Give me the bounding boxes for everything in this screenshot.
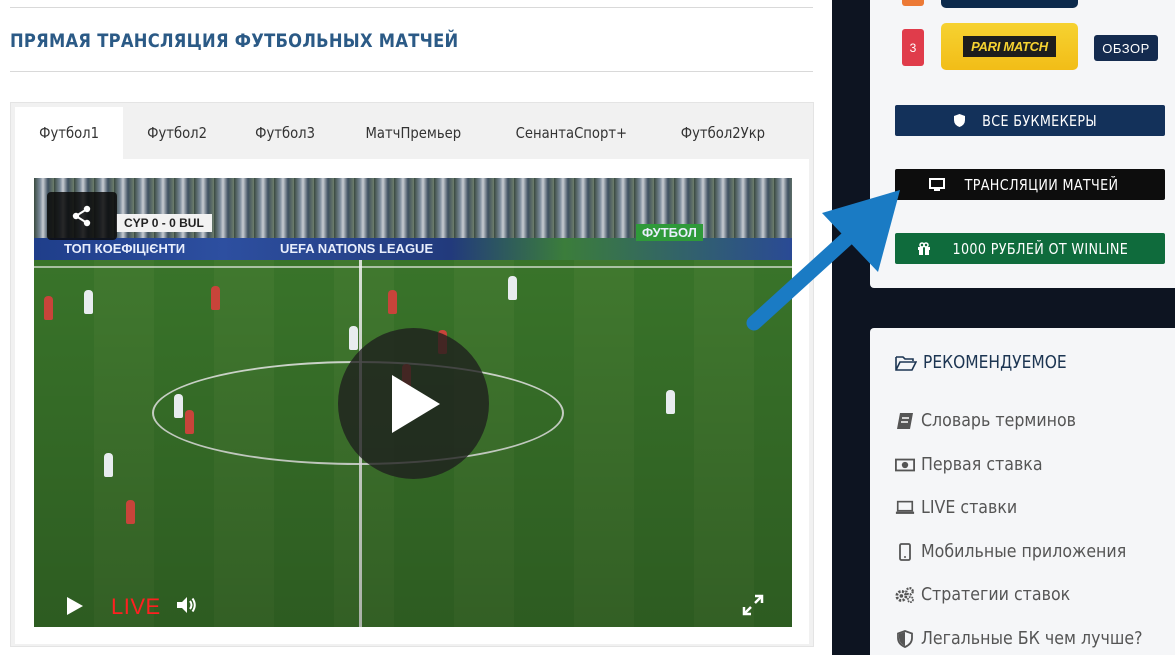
winline-bonus-button[interactable]: 1000 РУБЛЕЙ ОТ WINLINE [895,233,1165,264]
tab-football1[interactable]: Футбол1 [15,107,124,159]
player-figure [666,390,675,414]
mobile-icon [895,542,915,561]
player-figure [211,286,220,310]
player-figure [126,500,135,524]
book-icon [895,412,915,430]
review-button[interactable]: ОБЗОР [1094,35,1158,61]
parimatch-logo[interactable]: PARI MATCH [941,23,1078,70]
divider [10,7,813,8]
main-content: ПРЯМАЯ ТРАНСЛЯЦИЯ ФУТБОЛЬНЫХ МАТЧЕЙ Футб… [0,0,832,655]
share-button[interactable] [47,192,117,240]
board-text-left: ТОП КОЕФІЦІЄНТИ [64,241,186,256]
player-figure [349,326,358,350]
player-figure [185,410,194,434]
rank-badge: 3 [902,29,924,66]
laptop-icon [895,499,915,517]
recommended-title: РЕКОМЕНДУЕМОЕ [895,352,1090,373]
volume-icon[interactable] [176,596,198,614]
tab-football2[interactable]: Футбол2 [123,107,231,159]
player-figure [174,394,183,418]
tab-setantasport[interactable]: СенантаСпорт+ [488,107,655,159]
monitor-icon [928,177,945,191]
player-figure [508,276,517,300]
play-button-large[interactable] [338,328,489,479]
divider [10,71,813,72]
fullscreen-icon[interactable] [742,594,764,616]
tab-football2ukr[interactable]: Футбол2Укр [655,107,791,159]
recommended-card [870,328,1175,655]
score-overlay: CYP 0 - 0 BUL [116,214,212,232]
page-title: ПРЯМАЯ ТРАНСЛЯЦИЯ ФУТБОЛЬНЫХ МАТЧЕЙ [10,30,459,52]
folder-open-icon [895,355,917,371]
player-figure [388,290,397,314]
arrow-annotation [746,190,900,331]
recommended-item[interactable]: Стратегии ставок [895,584,1091,605]
play-icon [391,374,440,433]
match-streams-button[interactable]: ТРАНСЛЯЦИИ МАТЧЕЙ [895,169,1165,200]
shield-icon [953,114,965,127]
play-control-button[interactable] [66,596,84,616]
player-figure [44,296,53,320]
parimatch-logo-text: PARI MATCH [963,36,1056,57]
gears-icon [895,586,915,604]
bookmaker-logo[interactable] [941,0,1078,8]
all-bookmakers-button[interactable]: ВСЕ БУКМЕКЕРЫ [895,105,1165,136]
recommended-item[interactable]: Первая ставка [895,454,1059,475]
money-icon [895,456,915,474]
recommended-item[interactable]: Словарь терминов [895,410,1097,431]
tab-football3[interactable]: Футбол3 [231,107,339,159]
recommended-item[interactable]: LIVE ставки [895,497,1030,518]
recommended-item[interactable]: Мобильные приложения [895,541,1154,562]
tab-matchpremier[interactable]: МатчПремьер [339,107,488,159]
recommended-item[interactable]: Легальные БК чем лучше? [895,628,1173,649]
shield-icon [895,629,915,648]
board-text-right: ФУТБОЛ [636,224,703,241]
share-icon [72,205,91,227]
player-figure [84,290,93,314]
video-player[interactable]: ТОП КОЕФІЦІЄНТИ UEFA NATIONS LEAGUE ФУТБ… [34,178,792,627]
channel-tabs: Футбол1 Футбол2 Футбол3 МатчПремьер Сена… [15,107,791,159]
page: ПРЯМАЯ ТРАНСЛЯЦИЯ ФУТБОЛЬНЫХ МАТЧЕЙ Футб… [0,0,1175,655]
player-figure [104,453,113,477]
board-text-center: UEFA NATIONS LEAGUE [280,241,434,256]
rank-badge [902,0,924,6]
live-indicator: LIVE [111,594,161,619]
stream-player-box: Футбол1 Футбол2 Футбол3 МатчПремьер Сена… [10,102,814,647]
